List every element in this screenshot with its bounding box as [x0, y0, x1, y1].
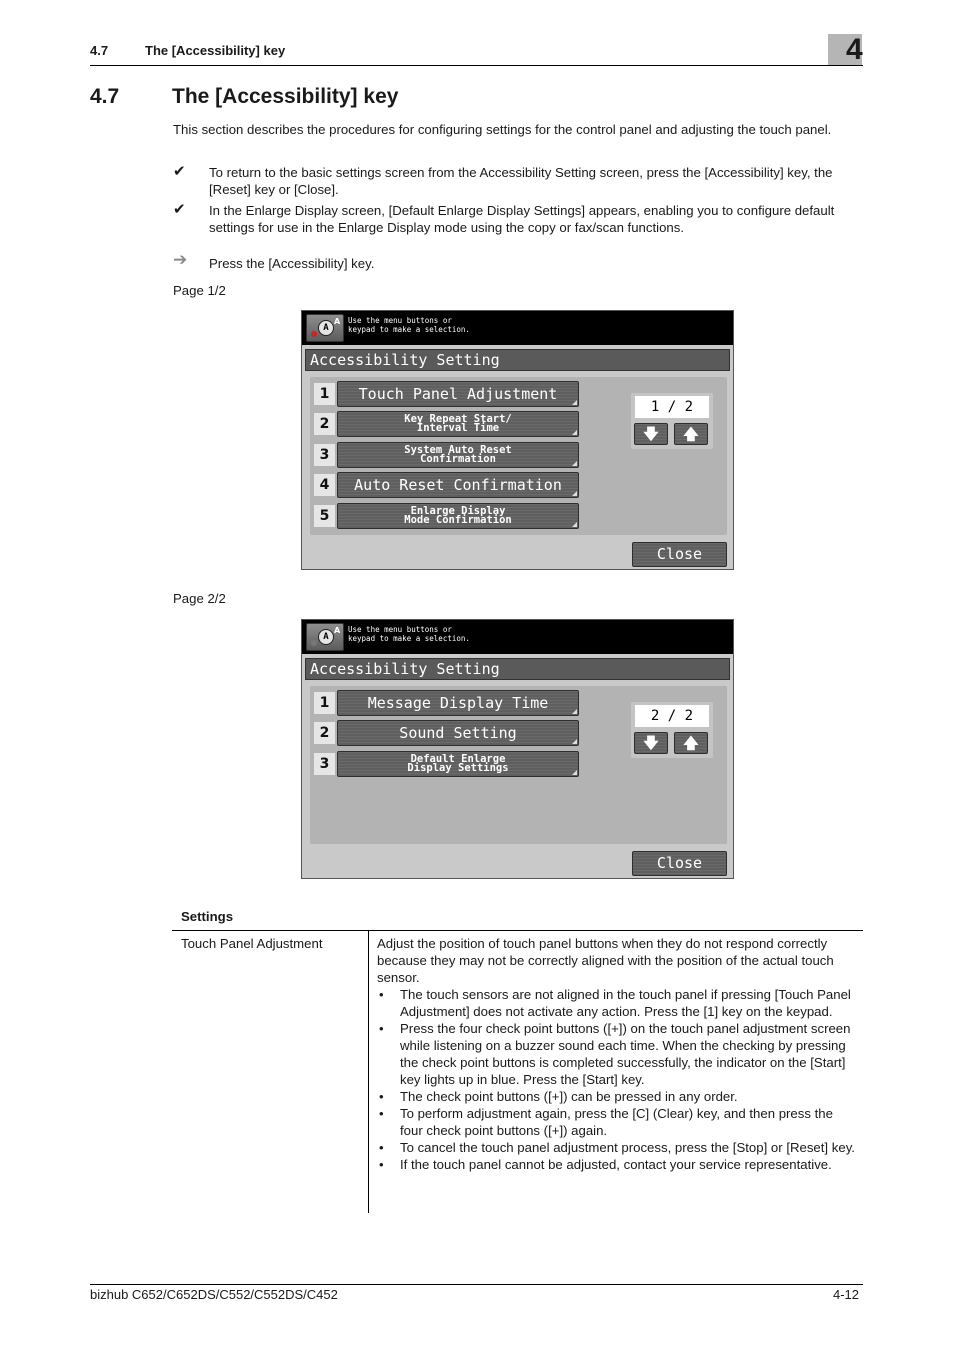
- screen-label: Page 1/2: [173, 283, 226, 298]
- key-repeat-start-interval-button[interactable]: Key Repeat Start/ Interval Time: [337, 411, 579, 437]
- intro-paragraph: This section describes the procedures fo…: [173, 122, 832, 137]
- page-navigator: 2 / 2 🡇 🡅: [631, 702, 713, 758]
- chapter-number: 4: [846, 33, 863, 66]
- bullet-item: • Press the four check point buttons ([+]…: [379, 1021, 851, 1087]
- default-enlarge-display-settings-button[interactable]: Default Enlarge Display Settings: [337, 751, 579, 777]
- menu-item-number: 2: [314, 722, 335, 744]
- close-button[interactable]: Close: [632, 542, 727, 567]
- arrow-down-icon: 🡇: [643, 425, 659, 443]
- page-down-button[interactable]: 🡇: [634, 423, 668, 445]
- arrow-down-icon: 🡇: [643, 734, 659, 752]
- accessibility-screen-page-1: AA Use the menu buttons or keypad to mak…: [301, 310, 734, 570]
- menu-item-number: 2: [314, 413, 335, 435]
- page-up-button[interactable]: 🡅: [674, 423, 708, 445]
- bullet-item: • The check point buttons ([+]) can be pr…: [379, 1089, 738, 1104]
- footer-model: bizhub C652/C652DS/C552/C552DS/C452: [90, 1287, 338, 1302]
- menu-item-number: 5: [314, 505, 335, 527]
- instruction-message: Use the menu buttons or keypad to make a…: [348, 625, 470, 643]
- message-display-time-button[interactable]: Message Display Time: [337, 690, 579, 716]
- step-text: Press the [Accessibility] key.: [209, 256, 375, 271]
- check-icon: ✔: [173, 201, 186, 218]
- table-column-divider: [368, 930, 369, 1213]
- accessibility-icon[interactable]: AA: [306, 623, 344, 651]
- table-top-rule: [172, 930, 863, 931]
- header-rule: [90, 65, 863, 66]
- message-bar: AA Use the menu buttons or keypad to mak…: [302, 620, 733, 654]
- setting-description: Adjust the position of touch panel butto…: [377, 935, 855, 1173]
- page-down-button[interactable]: 🡇: [634, 732, 668, 754]
- footer-rule: [90, 1284, 863, 1285]
- bullet-item: • To perform adjustment again, press the …: [379, 1106, 833, 1138]
- touch-panel-adjustment-button[interactable]: Touch Panel Adjustment: [337, 381, 579, 407]
- bullet-item: • To cancel the touch panel adjustment pr…: [379, 1140, 855, 1155]
- header-section-number: 4.7: [90, 43, 109, 58]
- check-icon: ✔: [173, 163, 186, 180]
- menu-item-number: 3: [314, 753, 335, 775]
- page-indicator: 1 / 2: [635, 396, 709, 418]
- auto-reset-confirmation-button[interactable]: Auto Reset Confirmation: [337, 472, 579, 498]
- screen-title: Accessibility Setting: [305, 349, 730, 371]
- menu-item-number: 1: [314, 383, 335, 405]
- sound-setting-button[interactable]: Sound Setting: [337, 720, 579, 746]
- note-text: To return to the basic settings screen f…: [209, 165, 833, 197]
- section-title: The [Accessibility] key: [172, 85, 399, 108]
- step-arrow-icon: ➔: [173, 250, 188, 269]
- close-button[interactable]: Close: [632, 851, 727, 876]
- settings-heading: Settings: [181, 909, 234, 924]
- page-navigator: 1 / 2 🡇 🡅: [631, 393, 713, 449]
- arrow-up-icon: 🡅: [683, 734, 699, 752]
- page-indicator: 2 / 2: [635, 705, 709, 727]
- menu-item-number: 1: [314, 692, 335, 714]
- menu-item-number: 4: [314, 474, 335, 496]
- system-auto-reset-confirmation-button[interactable]: System Auto Reset Confirmation: [337, 442, 579, 468]
- screen-label: Page 2/2: [173, 591, 226, 606]
- message-bar: AA Use the menu buttons or keypad to mak…: [302, 311, 733, 345]
- description-bullets: • The touch sensors are not aligned in th…: [377, 986, 855, 1173]
- arrow-up-icon: 🡅: [683, 425, 699, 443]
- menu-item-number: 3: [314, 444, 335, 466]
- page-up-button[interactable]: 🡅: [674, 732, 708, 754]
- note-text: In the Enlarge Display screen, [Default …: [209, 203, 835, 235]
- section-number: 4.7: [90, 85, 120, 108]
- instruction-message: Use the menu buttons or keypad to make a…: [348, 316, 470, 334]
- setting-name: Touch Panel Adjustment: [181, 936, 323, 951]
- enlarge-display-mode-confirmation-button[interactable]: Enlarge Display Mode Confirmation: [337, 503, 579, 529]
- screen-title: Accessibility Setting: [305, 658, 730, 680]
- accessibility-icon[interactable]: AA: [306, 314, 344, 342]
- accessibility-screen-page-2: AA Use the menu buttons or keypad to mak…: [301, 619, 734, 879]
- description-text: Adjust the position of touch panel butto…: [377, 936, 834, 985]
- bullet-item: • The touch sensors are not aligned in th…: [379, 987, 851, 1019]
- footer-page-number: 4-12: [833, 1287, 860, 1302]
- header-section-title: The [Accessibility] key: [145, 43, 286, 58]
- bullet-item: • If the touch panel cannot be adjusted, …: [379, 1157, 832, 1172]
